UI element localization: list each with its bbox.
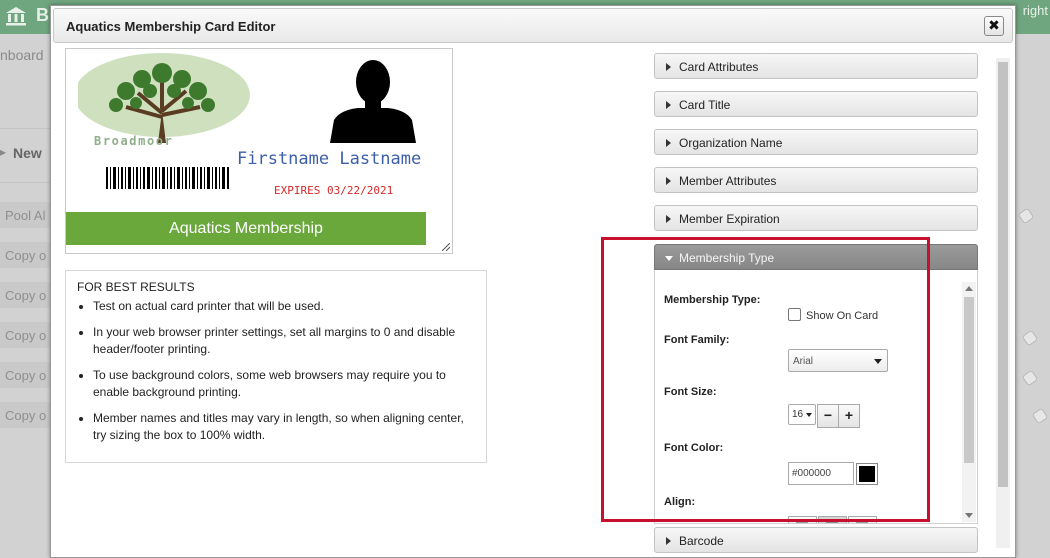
card-preview[interactable]: Broadmoor Firstname Lastname EXPIRES 03/… (65, 48, 453, 254)
align-right-icon (856, 521, 868, 523)
list-item: To use background colors, some web brows… (93, 367, 475, 401)
divider (0, 182, 50, 183)
color-preview (859, 466, 875, 482)
member-name-text[interactable]: Firstname Lastname (237, 149, 421, 169)
caret-right-icon (666, 101, 671, 109)
close-button[interactable]: ✖ (984, 16, 1004, 36)
align-label: Align: (664, 496, 696, 508)
member-photo-placeholder-icon[interactable] (328, 56, 418, 143)
align-center-button[interactable] (818, 516, 847, 523)
barcode-icon[interactable] (106, 167, 230, 189)
show-on-card-label[interactable]: Show On Card (806, 310, 878, 322)
scroll-down-icon[interactable] (965, 513, 973, 518)
accordion-card-title[interactable]: Card Title (654, 91, 978, 117)
accordion-card-attributes[interactable]: Card Attributes (654, 53, 978, 79)
institution-icon[interactable] (4, 4, 28, 28)
font-size-decrease-button[interactable]: − (817, 404, 839, 428)
align-left-icon (796, 521, 808, 523)
list-item: In your web browser printer settings, se… (93, 324, 475, 358)
header-right-text[interactable]: right (1023, 3, 1048, 18)
font-color-input[interactable]: #000000 (788, 462, 854, 485)
font-size-increase-button[interactable]: + (838, 404, 860, 428)
caret-down-icon (665, 256, 673, 261)
best-results-tips: FOR BEST RESULTS Test on actual card pri… (65, 270, 487, 463)
divider (0, 128, 50, 129)
align-left-button[interactable] (788, 516, 817, 523)
caret-right-icon (666, 177, 671, 185)
list-item[interactable]: Copy o (0, 362, 50, 388)
card-editor-dialog: Aquatics Membership Card Editor ✖ Broadm… (50, 5, 1016, 558)
chevron-down-icon (874, 359, 882, 364)
font-size-select[interactable]: 16 (788, 404, 816, 425)
app-name: B (36, 5, 49, 25)
new-button[interactable]: New (13, 145, 42, 161)
scrollbar-thumb[interactable] (964, 297, 974, 463)
dialog-title: Aquatics Membership Card Editor (66, 19, 276, 34)
font-color-label: Font Color: (664, 442, 724, 454)
font-size-label: Font Size: (664, 386, 717, 398)
panel-scrollbar[interactable] (962, 282, 976, 522)
resize-grip-icon[interactable] (442, 243, 450, 251)
list-item[interactable]: Pool Al (0, 202, 50, 228)
membership-type-label: Membership Type: (664, 294, 761, 306)
accordion-barcode[interactable]: Barcode (654, 527, 978, 553)
tips-list: Test on actual card printer that will be… (77, 298, 475, 444)
list-item[interactable]: Copy o (0, 282, 50, 308)
caret-right-icon (666, 537, 671, 545)
background-right (1016, 34, 1050, 558)
dashboard-link[interactable]: nboard (0, 47, 44, 63)
color-picker-swatch[interactable] (856, 463, 878, 485)
font-family-select[interactable]: Arial (788, 349, 888, 372)
caret-right-icon (666, 215, 671, 223)
align-center-icon (826, 521, 838, 523)
list-item[interactable]: Copy o (0, 402, 50, 428)
caret-right-icon (666, 139, 671, 147)
membership-type-panel: Membership Type: Show On Card Font Famil… (654, 270, 978, 524)
list-item: Test on actual card printer that will be… (93, 298, 475, 315)
dialog-scrollbar[interactable] (996, 58, 1010, 548)
list-item[interactable]: Copy o (0, 322, 50, 348)
font-family-label: Font Family: (664, 334, 730, 346)
expiration-text[interactable]: EXPIRES 03/22/2021 (274, 184, 393, 197)
accordion-member-expiration[interactable]: Member Expiration (654, 205, 978, 231)
list-item: Member names and titles may vary in leng… (93, 410, 475, 444)
accordion-membership-type[interactable]: Membership Type (654, 244, 978, 270)
show-on-card-checkbox[interactable] (788, 308, 801, 321)
caret-right-icon (666, 63, 671, 71)
scrollbar-thumb[interactable] (998, 62, 1008, 487)
scroll-up-icon[interactable] (965, 286, 973, 291)
accordion-member-attributes[interactable]: Member Attributes (654, 167, 978, 193)
tips-title: FOR BEST RESULTS (77, 280, 195, 294)
new-icon: ▸ (0, 145, 7, 159)
card-title-banner[interactable]: Aquatics Membership (66, 212, 426, 245)
logo-text: Broadmoor (94, 134, 174, 148)
dialog-header: Aquatics Membership Card Editor ✖ (53, 8, 1013, 43)
align-right-button[interactable] (848, 516, 877, 523)
chevron-down-icon (806, 413, 812, 417)
accordion-organization-name[interactable]: Organization Name (654, 129, 978, 155)
list-item[interactable]: Copy o (0, 242, 50, 268)
